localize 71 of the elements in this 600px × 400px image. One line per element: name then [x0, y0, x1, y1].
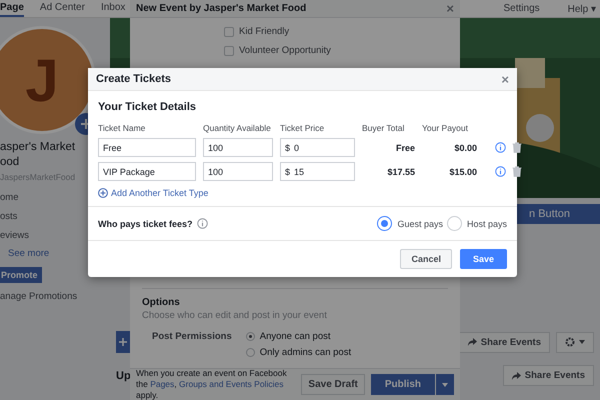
radio-button[interactable] [446, 216, 462, 231]
caret-icon [442, 382, 448, 386]
trash-icon[interactable] [512, 166, 522, 177]
radio-button[interactable] [377, 216, 392, 231]
nav-tab[interactable]: Page [0, 0, 24, 17]
save-button[interactable]: Save [460, 249, 507, 269]
quantity-field[interactable]: 100 [203, 138, 273, 157]
gear-icon [565, 337, 575, 347]
publish-button[interactable]: Publish [370, 374, 435, 395]
policy-link[interactable]: Groups and Events Policies [179, 379, 284, 389]
column-header: Buyer Total [362, 123, 406, 133]
ticket-name-field[interactable]: VIP Package [98, 162, 196, 181]
save-draft-button[interactable]: Save Draft [301, 374, 365, 395]
trash-icon[interactable] [512, 142, 522, 153]
payout-amount: $15.00 [448, 166, 477, 176]
share-events-button[interactable]: Share Events [502, 365, 594, 386]
checkbox[interactable] [224, 26, 234, 36]
radio-button[interactable] [246, 348, 255, 357]
section-title: Your Ticket Details [98, 101, 198, 113]
radio-label: Guest pays [397, 218, 443, 228]
close-icon[interactable]: × [501, 72, 509, 86]
radio-label: Host pays [466, 218, 507, 228]
price-field[interactable]: $ 0 [280, 138, 355, 157]
add-ticket-link[interactable]: Add Another Ticket Type [98, 188, 507, 198]
policy-link[interactable]: Pages [150, 379, 174, 389]
section-title: Options [142, 297, 181, 308]
policy-notice: When you create an event on Facebook the Pages, Groups and Events Policies apply. [136, 368, 288, 400]
page-name: asper's Market ood [0, 140, 76, 170]
info-icon[interactable] [495, 166, 506, 177]
quantity-field[interactable]: 100 [203, 162, 273, 181]
add-circle-icon [98, 188, 108, 198]
column-header: Quantity Available [203, 123, 272, 133]
add-button[interactable] [116, 331, 130, 353]
nav-link[interactable]: Settings [504, 3, 540, 14]
checkbox-label: Kid Friendly [239, 26, 290, 37]
fees-question: Who pays ticket fees? [98, 218, 193, 228]
info-icon[interactable] [495, 142, 506, 153]
share-events-button[interactable]: Share Events [458, 332, 550, 352]
cancel-button[interactable]: Cancel [400, 249, 452, 269]
radio-label: Only admins can post [260, 347, 352, 358]
section-hint: Choose who can edit and post in your event [142, 310, 328, 321]
share-icon [468, 338, 477, 346]
radio-button[interactable] [246, 332, 255, 341]
price-field[interactable]: $ 15 [280, 162, 355, 181]
info-icon[interactable] [196, 218, 208, 229]
buyer-total: Free [394, 142, 415, 152]
ticket-name-field[interactable]: Free [98, 138, 196, 157]
plus-icon [119, 338, 127, 346]
caret-button[interactable] [436, 374, 454, 395]
nav-tab[interactable]: Ad Center [40, 0, 85, 17]
nav-link[interactable]: Help ▾ [568, 2, 596, 14]
radio-label: Anyone can post [260, 331, 331, 342]
promote-button[interactable]: Promote [0, 267, 42, 283]
column-header: Ticket Name [98, 123, 146, 133]
settings-button[interactable] [556, 332, 594, 352]
share-icon [512, 372, 521, 380]
nav-tab[interactable]: Inbox [100, 0, 126, 17]
dialog-title: Create Tickets [96, 73, 172, 85]
payout-amount: $0.00 [453, 142, 477, 152]
sidebar-item[interactable]: anage Promotions [0, 287, 110, 306]
buyer-total: $17.55 [386, 166, 415, 176]
close-icon[interactable]: × [446, 2, 454, 15]
cta-button[interactable]: n Button [517, 204, 600, 224]
checkbox-label: Volunteer Opportunity [239, 45, 331, 56]
field-label: Post Permissions [152, 331, 232, 342]
section-heading: Up [116, 370, 131, 382]
column-header: Ticket Price [280, 123, 326, 133]
checkbox[interactable] [224, 46, 234, 56]
caret-icon [579, 340, 585, 344]
dialog-title: New Event by Jasper's Market Food [136, 3, 306, 14]
column-header: Your Payout [422, 123, 469, 133]
